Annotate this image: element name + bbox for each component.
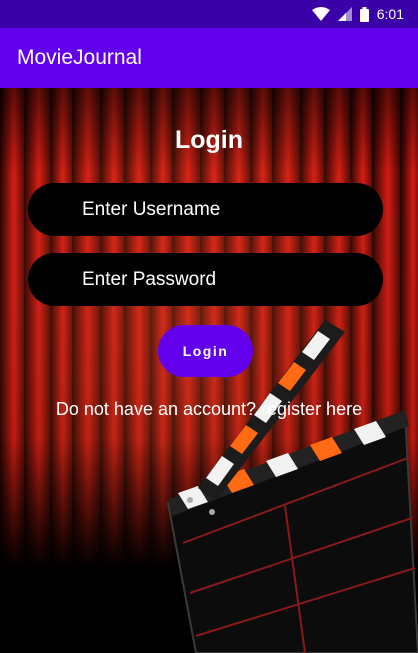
app-bar: MovieJournal xyxy=(0,28,418,88)
battery-icon xyxy=(359,6,369,22)
app-title: MovieJournal xyxy=(17,46,142,69)
username-field[interactable]: Enter Username xyxy=(28,183,383,236)
password-placeholder: Enter Password xyxy=(82,268,217,290)
login-title: Login xyxy=(174,126,244,154)
login-button[interactable]: Login xyxy=(158,325,253,377)
login-screen: Login Enter Username Enter Password Logi… xyxy=(0,88,418,653)
status-bar: 6:01 xyxy=(0,0,418,28)
username-placeholder: Enter Username xyxy=(82,198,221,220)
clock: 6:01 xyxy=(376,6,404,22)
register-link[interactable]: Do not have an account? register here xyxy=(0,399,418,420)
wifi-icon xyxy=(311,7,330,21)
signal-icon xyxy=(337,7,352,21)
password-field[interactable]: Enter Password xyxy=(28,253,383,306)
login-button-label: Login xyxy=(182,343,229,359)
